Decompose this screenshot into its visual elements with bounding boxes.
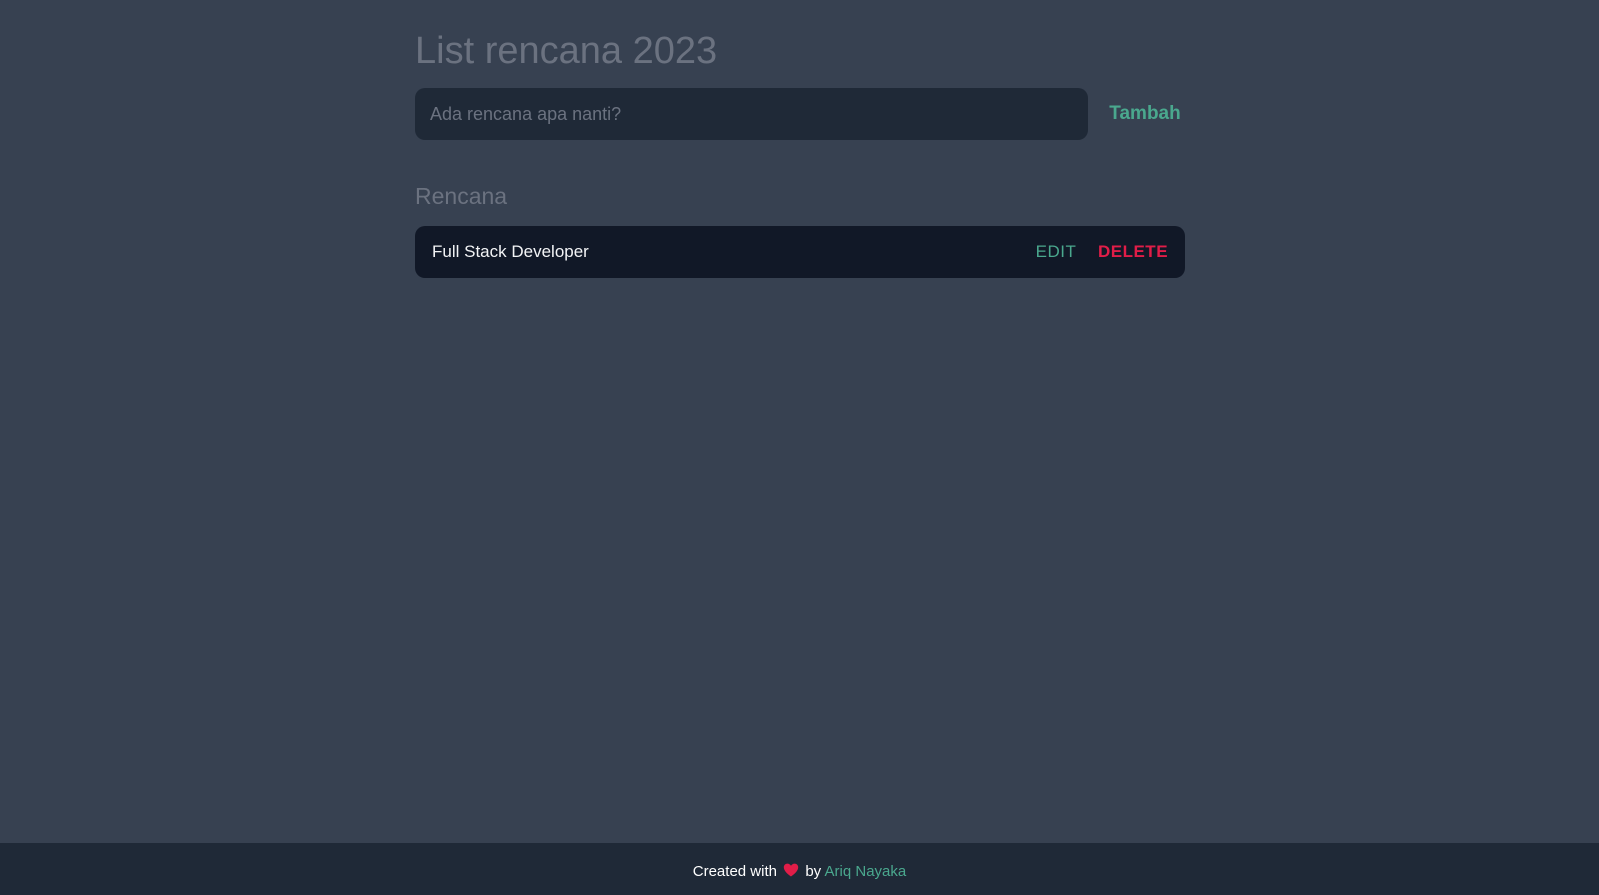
plans-heading: Rencana [415,183,508,209]
plan-input[interactable] [415,88,1088,140]
delete-button[interactable]: DELETE [1097,226,1169,278]
footer-prefix: Created with [692,863,777,880]
plan-text: Full Stack Developer [432,242,589,261]
add-button[interactable]: Tambah [1105,88,1185,140]
list-item: Full Stack Developer EDIT DELETE [415,226,1185,278]
plan-list: Full Stack Developer EDIT DELETE [415,226,1185,278]
footer: Created with by Ariq Nayaka [0,843,1599,895]
author-link[interactable]: Ariq Nayaka [825,863,907,880]
page: List rencana 2023 Tambah Rencana Full St… [0,0,1599,895]
page-title: List rencana 2023 [415,30,718,72]
heart-icon [783,863,799,877]
add-plan-form: Tambah [415,88,1185,140]
edit-button[interactable]: EDIT [1032,226,1080,278]
footer-by: by [805,863,822,880]
